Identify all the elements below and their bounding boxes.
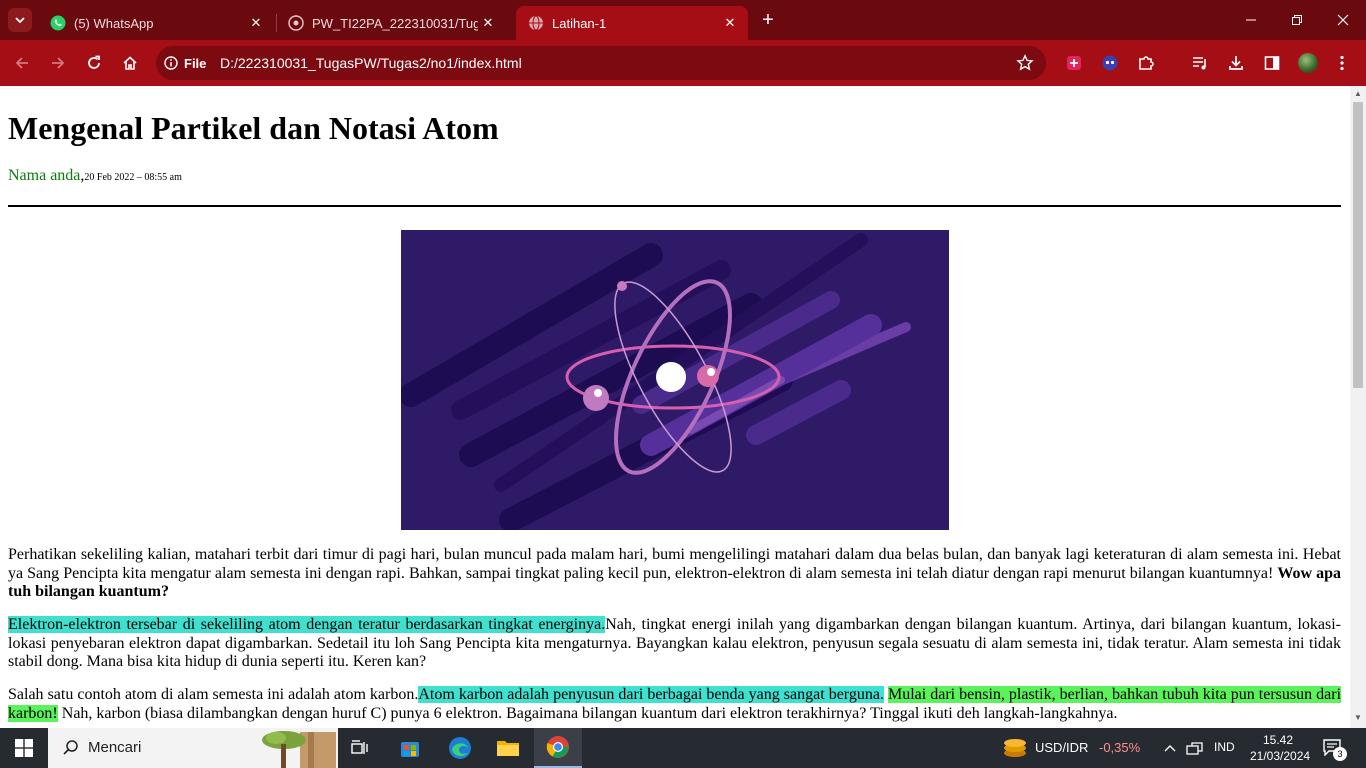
close-window-button[interactable] — [1320, 0, 1366, 40]
downloads-button[interactable] — [1224, 51, 1248, 75]
side-panel-button[interactable] — [1260, 51, 1284, 75]
windows-logo-icon — [15, 739, 33, 757]
forward-button[interactable] — [46, 51, 70, 75]
horizontal-rule — [8, 205, 1341, 207]
github-icon — [288, 15, 304, 31]
clock-time: 15.42 — [1262, 733, 1294, 747]
search-icon — [63, 740, 78, 755]
notification-count-badge: 3 — [1333, 747, 1347, 761]
stock-ticker-icon — [1004, 739, 1026, 757]
url-text[interactable]: D:/222310031_TugasPW/Tugas2/no1/index.ht… — [220, 55, 522, 71]
extension-button[interactable] — [1062, 51, 1086, 75]
clock-date: 21/03/2024 — [1250, 749, 1311, 763]
download-icon — [1229, 56, 1243, 70]
chrome-icon — [546, 736, 569, 758]
author-name: Nama anda — [8, 167, 81, 184]
address-bar[interactable]: File D:/222310031_TugasPW/Tugas2/no1/ind… — [156, 46, 1046, 80]
robot-extension-icon — [1102, 55, 1118, 71]
ticker-symbol[interactable]: USD/IDR — [1035, 740, 1088, 755]
file-explorer-app[interactable] — [484, 728, 532, 768]
close-icon[interactable]: ✕ — [478, 13, 498, 33]
menu-button[interactable] — [1330, 51, 1354, 75]
ticker-change: -0,35% — [1099, 740, 1141, 755]
reload-icon — [88, 55, 100, 69]
paragraph-text: Salah satu contoh atom di alam semesta i… — [8, 686, 419, 703]
paragraph-text: Perhatikan sekeliling kalian, matahari t… — [8, 546, 1341, 582]
scroll-down-arrow[interactable]: ▼ — [1354, 714, 1362, 722]
paragraph-3: Salah satu contoh atom di alam semesta i… — [8, 686, 1342, 723]
whatsapp-icon — [50, 15, 66, 31]
byline: Nama anda,20 Feb 2022 – 08:55 am — [8, 167, 182, 185]
tab-latihan[interactable]: Latihan-1 ✕ — [516, 6, 748, 40]
highlighted-text: Atom karbon adalah penyusun dari berbaga… — [418, 686, 884, 703]
restore-button[interactable] — [1274, 0, 1320, 40]
browser-toolbar: File D:/222310031_TugasPW/Tugas2/no1/ind… — [0, 40, 1366, 86]
extension-pink-icon — [1067, 56, 1081, 70]
home-icon — [123, 56, 137, 70]
windows-taskbar: Mencari USD/IDR -0,35% IND 15.42 21/03/2… — [0, 728, 1366, 768]
back-button[interactable] — [10, 51, 34, 75]
edge-icon — [449, 737, 471, 759]
tab-title: PW_TI22PA_222310031/Tugas 2 — [312, 15, 478, 31]
vertical-scrollbar[interactable]: ▲ ▼ — [1350, 86, 1366, 728]
tab-search-button[interactable] — [8, 8, 32, 32]
close-icon[interactable]: ✕ — [720, 13, 740, 33]
tab-title: Latihan-1 — [552, 15, 607, 31]
site-info-label: File — [184, 55, 207, 71]
tab-strip: (5) WhatsApp ✕ PW_TI22PA_222310031/Tugas… — [0, 0, 1366, 40]
microsoft-store-app[interactable] — [386, 728, 434, 768]
paragraph-2: Elektron-elektron tersebar di sekeliling… — [8, 616, 1341, 672]
extension-button[interactable] — [1098, 51, 1122, 75]
scroll-up-arrow[interactable]: ▲ — [1354, 90, 1362, 98]
store-icon — [401, 742, 419, 757]
arrow-right-icon — [52, 57, 65, 69]
search-label: Mencari — [88, 739, 142, 756]
task-view-icon — [351, 740, 368, 754]
taskbar-search[interactable]: Mencari — [48, 728, 338, 768]
close-icon[interactable]: ✕ — [246, 13, 266, 33]
atom-illustration — [401, 230, 949, 530]
web-page: Mengenal Partikel dan Notasi Atom Nama a… — [0, 86, 1350, 728]
media-control-button[interactable] — [1188, 51, 1212, 75]
music-queue-icon — [1193, 57, 1206, 70]
tab-whatsapp[interactable]: (5) WhatsApp ✕ — [38, 6, 274, 40]
page-title: Mengenal Partikel dan Notasi Atom — [8, 110, 499, 146]
chevron-down-icon — [15, 17, 25, 24]
side-panel-icon — [1264, 56, 1280, 70]
arrow-left-icon — [15, 57, 28, 69]
publish-date: 20 Feb 2022 – 08:55 am — [84, 172, 182, 183]
highlighted-text: Elektron-elektron tersebar di sekeliling… — [8, 616, 606, 633]
network-icon[interactable] — [1186, 740, 1204, 756]
minimize-icon — [1246, 19, 1256, 21]
extensions-button[interactable] — [1134, 51, 1158, 75]
notification-button[interactable]: 3 — [1322, 738, 1347, 761]
start-button[interactable] — [0, 728, 48, 768]
chevron-up-icon[interactable] — [1163, 742, 1177, 754]
system-clock[interactable]: 15.42 21/03/2024 — [1250, 732, 1311, 764]
language-indicator[interactable]: IND — [1214, 740, 1235, 754]
new-tab-button[interactable]: + — [758, 9, 778, 31]
edge-app[interactable] — [436, 728, 484, 768]
chrome-app[interactable] — [534, 728, 582, 768]
task-view-button[interactable] — [336, 728, 384, 768]
folder-icon — [497, 741, 519, 756]
globe-icon — [528, 15, 544, 31]
puzzle-icon — [1139, 56, 1154, 70]
reload-button[interactable] — [82, 51, 106, 75]
home-button[interactable] — [118, 51, 142, 75]
restore-icon — [1292, 15, 1302, 25]
info-icon — [164, 56, 178, 70]
scrollbar-thumb[interactable] — [1353, 102, 1363, 388]
close-icon — [1337, 14, 1349, 26]
tab-title: (5) WhatsApp — [74, 15, 154, 31]
site-info-chip[interactable]: File — [164, 52, 206, 74]
kebab-menu-icon — [1340, 55, 1344, 71]
tab-github[interactable]: PW_TI22PA_222310031/Tugas 2 ✕ — [276, 6, 512, 40]
tree-illustration-icon — [262, 731, 336, 768]
paragraph-1: Perhatikan sekeliling kalian, matahari t… — [8, 546, 1341, 602]
paragraph-text: Nah, karbon (biasa dilambangkan dengan h… — [57, 704, 1118, 722]
bookmark-star-icon[interactable] — [1016, 54, 1034, 72]
profile-avatar[interactable] — [1298, 53, 1318, 73]
minimize-button[interactable] — [1228, 0, 1274, 40]
